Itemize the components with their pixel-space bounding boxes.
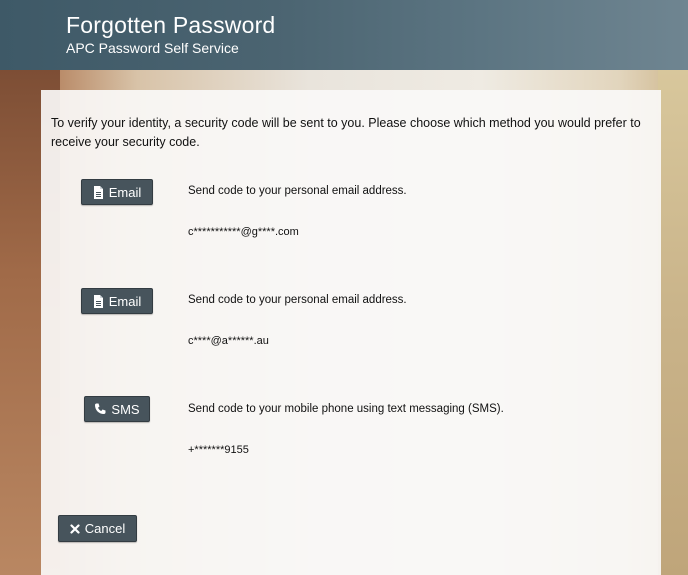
- document-icon: [93, 294, 104, 308]
- sms-button[interactable]: SMS: [84, 396, 150, 422]
- page-header: Forgotten Password APC Password Self Ser…: [0, 0, 688, 70]
- email-button-label: Email: [108, 293, 142, 309]
- cancel-button-label: Cancel: [84, 521, 126, 536]
- method-description: Send code to your mobile phone using tex…: [188, 403, 504, 415]
- method-destination: c***********@g****.com: [188, 226, 299, 238]
- method-description: Send code to your personal email address…: [188, 185, 407, 197]
- email-button-2[interactable]: Email: [81, 288, 153, 314]
- close-icon: [70, 523, 80, 534]
- cancel-button[interactable]: Cancel: [58, 515, 137, 542]
- page-subtitle: APC Password Self Service: [66, 40, 239, 56]
- method-destination: c****@a******.au: [188, 335, 269, 347]
- email-button-label: Email: [108, 184, 142, 200]
- method-destination: +*******9155: [188, 444, 249, 456]
- method-description: Send code to your personal email address…: [188, 294, 407, 306]
- email-button-1[interactable]: Email: [81, 179, 153, 205]
- page-title: Forgotten Password: [66, 12, 276, 38]
- sms-button-label: SMS: [111, 401, 140, 417]
- content-panel: To verify your identity, a security code…: [41, 90, 661, 575]
- intro-text: To verify your identity, a security code…: [51, 116, 641, 149]
- document-icon: [93, 185, 104, 199]
- background-image-right: [658, 70, 688, 575]
- phone-icon: [94, 403, 106, 415]
